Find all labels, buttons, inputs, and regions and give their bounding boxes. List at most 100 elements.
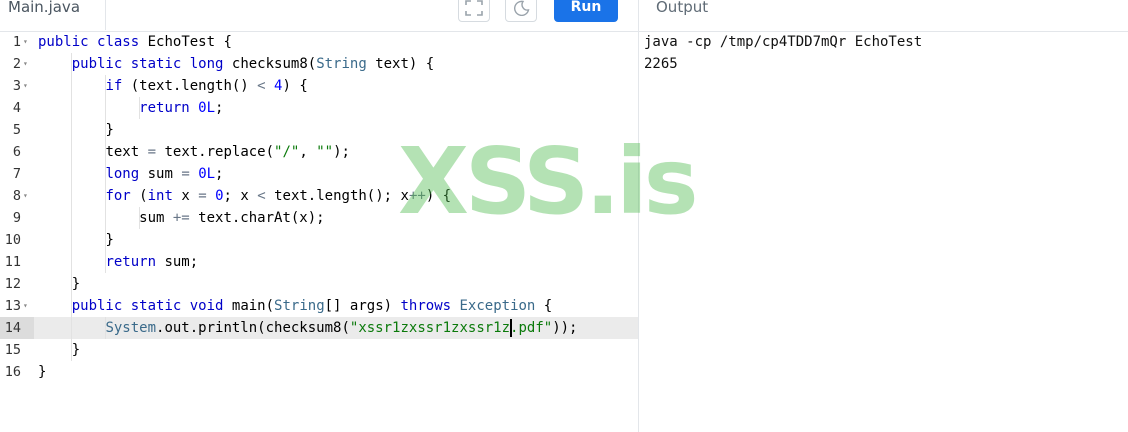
indent-guide [104,119,106,141]
code-line[interactable]: 4 return 0L; [0,97,638,119]
line-gutter: 5 [0,119,34,141]
code-text: } [105,122,114,138]
line-gutter: 8 ▾ [0,185,34,207]
indent-guide [71,119,72,141]
code-line[interactable]: 8 ▾ for (int x = 0; x < text.length(); x+… [0,185,638,207]
line-number: 12 [4,276,21,292]
tab-main-java[interactable]: Main.java [0,0,106,30]
indent-guide [104,141,106,163]
indent-guide [71,229,72,251]
fold-arrow-icon[interactable]: ▾ [23,75,28,97]
code-line[interactable]: 13 ▾ public static void main(String[] arg… [0,295,638,317]
code-line[interactable]: 16} [0,361,638,383]
code-text: System.out.println(checksum8("xssr1zxssr… [105,320,578,336]
indent-guide [104,163,106,185]
indent-guide [71,317,72,339]
line-number: 4 [12,100,21,116]
indent-guide [71,295,72,317]
code-line[interactable]: 2 ▾ public static long checksum8(String t… [0,53,638,75]
code-text: } [38,364,47,380]
code-line[interactable]: 3 ▾ if (text.length() < 4) { [0,75,638,97]
text-cursor [510,319,512,337]
code-text: public static long checksum8(String text… [71,56,435,72]
indent-guide [104,229,106,251]
line-gutter: 1 ▾ [0,31,34,53]
code-line[interactable]: 1 ▾ public class EchoTest { [0,31,638,53]
line-number: 1 [12,34,21,50]
fold-arrow-icon[interactable]: ▾ [23,185,28,207]
code-line[interactable]: 9 sum += text.charAt(x); [0,207,638,229]
moon-icon [514,0,530,16]
indent-guide [138,207,140,229]
indent-guide [71,273,72,295]
output-panel: java -cp /tmp/cp4TDD7mQr EchoTest 2265 [644,31,922,75]
fold-arrow-icon[interactable]: ▾ [23,295,28,317]
run-button[interactable]: Run [554,0,618,22]
indent-guide [71,141,72,163]
code-line[interactable]: 14 System.out.println(checksum8("xssr1zx… [0,317,638,339]
fullscreen-button[interactable] [458,0,490,22]
code-text: sum += text.charAt(x); [139,210,325,226]
code-editor[interactable]: 1 ▾ public class EchoTest {2 ▾ public stati… [0,31,638,432]
code-text: } [71,276,81,292]
indent-guide [71,163,72,185]
code-text: public class EchoTest { [38,34,232,50]
code-text: public static void main(String[] args) t… [71,298,553,314]
line-gutter: 3 ▾ [0,75,34,97]
indent-guide [138,97,140,119]
code-line[interactable]: 5 } [0,119,638,141]
line-number: 3 [12,78,21,94]
fold-arrow-icon[interactable]: ▾ [23,31,28,53]
output-command: java -cp /tmp/cp4TDD7mQr EchoTest [644,34,923,50]
output-result: 2265 [644,56,678,72]
line-gutter: 16 [0,361,34,383]
line-number: 2 [12,56,21,72]
line-gutter: 11 [0,251,34,273]
code-text: } [71,342,81,358]
fold-arrow-icon[interactable]: ▾ [23,53,28,75]
indent-guide [71,207,72,229]
code-text: if (text.length() < 4) { [105,78,308,94]
code-text: for (int x = 0; x < text.length(); x++) … [105,188,452,204]
line-gutter: 2 ▾ [0,53,34,75]
indent-guide [104,207,106,229]
tab-label: Main.java [8,0,81,16]
code-text: text = text.replace("/", ""); [105,144,350,160]
line-number: 7 [12,166,21,182]
code-text: long sum = 0L; [105,166,224,182]
indent-guide [71,97,72,119]
fullscreen-icon [465,0,483,16]
line-gutter: 4 [0,97,34,119]
code-line[interactable]: 11 return sum; [0,251,638,273]
line-gutter: 15 [0,339,34,361]
line-number: 8 [12,188,21,204]
line-number: 16 [4,364,21,380]
top-bar: Main.java Run Output [0,0,1128,32]
line-gutter: 12 [0,273,34,295]
code-line[interactable]: 12 } [0,273,638,295]
line-number: 11 [4,254,21,270]
indent-guide [71,251,72,273]
code-text: return 0L; [139,100,224,116]
indent-guide [71,339,72,361]
code-line[interactable]: 15 } [0,339,638,361]
line-number: 13 [4,298,21,314]
line-gutter: 9 [0,207,34,229]
panel-divider[interactable] [638,0,639,432]
line-number: 9 [12,210,21,226]
code-line[interactable]: 6 text = text.replace("/", ""); [0,141,638,163]
line-gutter: 6 [0,141,34,163]
code-line[interactable]: 7 long sum = 0L; [0,163,638,185]
indent-guide [104,251,106,273]
indent-guide [104,185,106,207]
output-tab-label: Output [656,0,709,16]
code-line[interactable]: 10 } [0,229,638,251]
line-number: 14 [4,320,21,336]
line-gutter: 14 [0,317,34,339]
indent-guide [71,75,72,97]
indent-guide [104,75,106,97]
indent-guide [71,185,72,207]
line-gutter: 13 ▾ [0,295,34,317]
theme-toggle-button[interactable] [505,0,537,22]
code-text: } [105,232,114,248]
